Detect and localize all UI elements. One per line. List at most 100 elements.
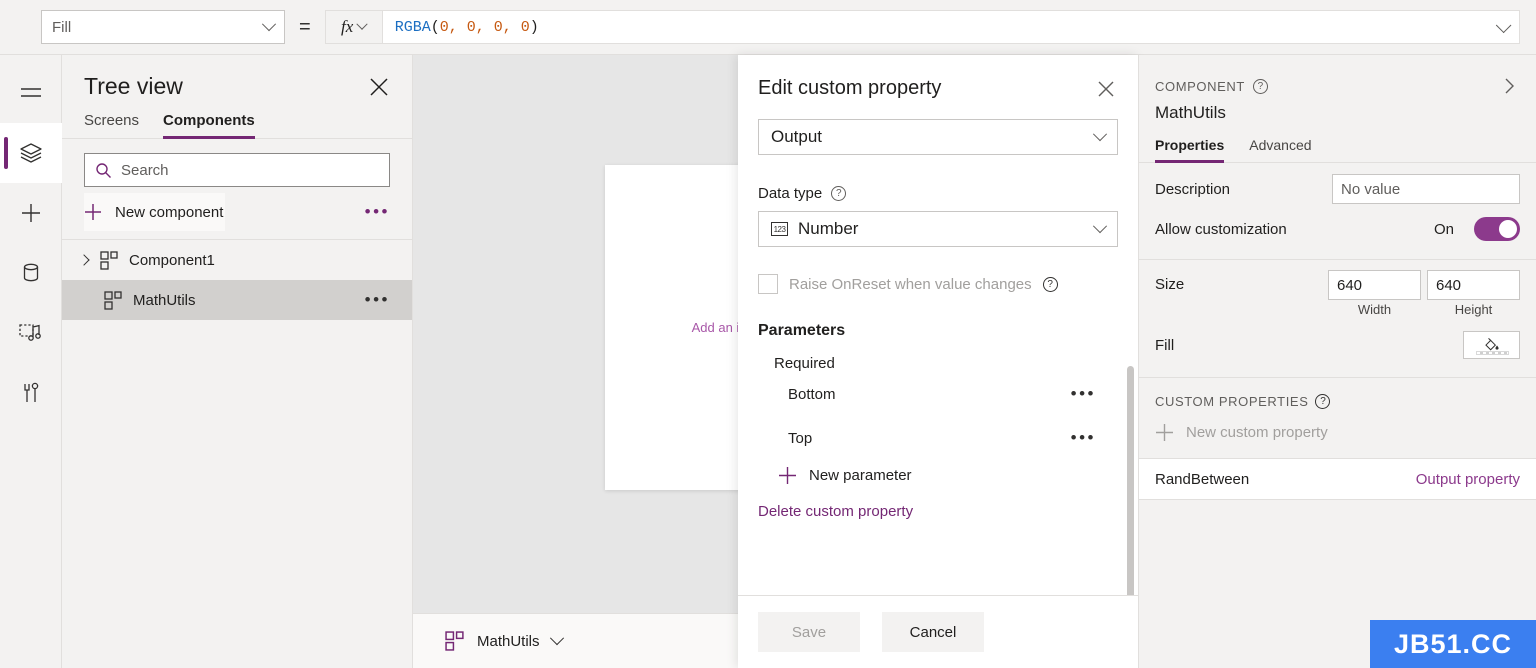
tree-item-overflow-icon[interactable]: ••• (365, 291, 390, 308)
sidebar-item-tools[interactable] (0, 363, 62, 423)
data-type-label: Data type (758, 185, 823, 202)
hamburger-menu-icon[interactable] (0, 63, 62, 123)
data-type-value: Number (798, 219, 859, 238)
fill-color-button[interactable] (1463, 331, 1520, 359)
tree-item-mathutils[interactable]: MathUtils ••• (62, 280, 412, 320)
custom-property-kind[interactable]: Output property (1416, 471, 1520, 488)
parameter-name: Top (788, 429, 813, 447)
tab-components[interactable]: Components (163, 112, 255, 139)
delete-custom-property-link[interactable]: Delete custom property (758, 503, 1118, 520)
search-icon (96, 162, 111, 178)
sidebar-item-tree-view[interactable] (0, 123, 62, 183)
allow-customization-label: Allow customization (1155, 220, 1287, 238)
new-custom-property-label: New custom property (1186, 424, 1328, 441)
property-selector[interactable]: Fill (41, 10, 285, 44)
new-parameter-button[interactable]: New parameter (758, 466, 1118, 485)
chevron-down-icon[interactable] (549, 631, 564, 646)
new-parameter-label: New parameter (809, 467, 912, 484)
selected-component-name: MathUtils (1155, 103, 1226, 122)
formula-bar: Fill = fx RGBA(0, 0, 0, 0) (0, 0, 1536, 55)
tree-item-label: MathUtils (133, 291, 196, 309)
help-icon[interactable]: ? (1252, 78, 1268, 94)
help-icon[interactable]: ? (831, 186, 847, 201)
parameters-heading: Parameters (758, 322, 846, 339)
data-type-dropdown[interactable]: 123 Number (758, 211, 1118, 247)
formula-paren-open: ( (430, 18, 440, 36)
search-input[interactable]: Search (84, 153, 390, 187)
custom-properties-kicker: CUSTOM PROPERTIES (1155, 394, 1309, 409)
property-type-value: Output (771, 127, 823, 146)
size-captions: Width Height (1328, 302, 1520, 317)
fx-button[interactable]: fx (324, 10, 383, 44)
height-input[interactable]: 640 (1427, 270, 1520, 300)
save-button[interactable]: Save (758, 612, 860, 652)
width-input[interactable]: 640 (1328, 270, 1421, 300)
toggle-knob (1499, 220, 1517, 238)
formula-input[interactable]: RGBA(0, 0, 0, 0) (382, 10, 1520, 44)
allow-customization-toggle[interactable] (1474, 217, 1520, 241)
properties-panel-header: COMPONENT ? (1139, 55, 1536, 97)
description-input[interactable]: No value (1332, 174, 1520, 204)
dialog-header: Edit custom property (738, 55, 1138, 101)
parameter-row-bottom[interactable]: Bottom ••• (758, 372, 1118, 416)
parameter-overflow-icon[interactable]: ••• (1071, 385, 1096, 402)
allow-customization-row: Allow customization On (1155, 209, 1520, 249)
close-icon[interactable] (366, 74, 392, 100)
property-type-dropdown[interactable]: Output (758, 119, 1118, 155)
data-type-label-row: Data type ? (758, 185, 1118, 202)
cancel-button[interactable]: Cancel (882, 612, 984, 652)
plus-icon (21, 204, 40, 222)
width-caption: Width (1357, 302, 1392, 317)
size-fill-section: Size 640 640 Width Height Fill (1139, 260, 1536, 365)
tab-advanced[interactable]: Advanced (1249, 137, 1311, 162)
chevron-down-icon (1092, 219, 1108, 234)
parameter-row-top[interactable]: Top ••• (758, 416, 1118, 460)
help-icon[interactable]: ? (1042, 276, 1058, 292)
dialog-scrollbar-thumb[interactable] (1127, 366, 1134, 595)
formula-function-name: RGBA (394, 18, 431, 36)
basic-properties-section: Description No value Allow customization… (1139, 163, 1536, 249)
new-component-button[interactable]: New component ••• (62, 193, 412, 231)
tab-screens[interactable]: Screens (84, 112, 139, 138)
number-type-icon: 123 (771, 222, 788, 236)
parameter-overflow-icon[interactable]: ••• (1071, 429, 1096, 446)
layers-icon (19, 143, 42, 163)
custom-properties-header: CUSTOM PROPERTIES ? (1139, 378, 1536, 409)
size-row: Size 640 640 Width Height (1155, 270, 1520, 317)
close-icon[interactable] (1094, 77, 1118, 101)
sidebar-item-insert[interactable] (0, 183, 62, 243)
formula-arguments: 0, 0, 0, 0 (439, 18, 530, 36)
tools-icon (23, 382, 38, 402)
expand-panel-icon[interactable] (1498, 75, 1520, 97)
left-icon-rail (0, 55, 62, 668)
dialog-body: Output Data type ? 123 Number Raise OnRe… (738, 101, 1138, 595)
tree-view-tabs: Screens Components (62, 110, 412, 139)
chevron-right-icon[interactable] (78, 254, 90, 266)
dialog-title: Edit custom property (758, 77, 942, 99)
new-custom-property-button[interactable]: New custom property (1139, 409, 1536, 458)
required-group-label: Required (774, 355, 835, 372)
tree-view-panel: Tree view Screens Components Search New … (62, 55, 413, 668)
search-placeholder: Search (121, 161, 169, 179)
help-icon[interactable]: ? (1315, 394, 1331, 409)
tree-item-component1[interactable]: Component1 (62, 240, 412, 280)
raise-onreset-checkbox[interactable] (758, 274, 778, 294)
formula-expand-chevron-icon[interactable] (1495, 17, 1512, 33)
search-container: Search (62, 139, 412, 193)
tab-properties[interactable]: Properties (1155, 137, 1225, 163)
new-component-label: New component (115, 203, 224, 221)
media-icon (18, 324, 41, 341)
chevron-down-icon (261, 17, 277, 32)
chevron-down-icon (356, 18, 368, 30)
watermark: JB51.CC (1370, 620, 1536, 668)
component-icon (104, 290, 123, 310)
sidebar-item-data[interactable] (0, 243, 62, 303)
new-component-overflow-icon[interactable]: ••• (365, 203, 390, 220)
description-row: Description No value (1155, 169, 1520, 209)
properties-panel-tabs: Properties Advanced (1139, 123, 1536, 163)
sidebar-item-media[interactable] (0, 303, 62, 363)
panel-kicker: COMPONENT (1155, 78, 1245, 94)
custom-property-row-randbetween[interactable]: RandBetween Output property (1139, 458, 1536, 500)
plus-icon (84, 203, 102, 221)
height-caption: Height (1454, 302, 1493, 317)
